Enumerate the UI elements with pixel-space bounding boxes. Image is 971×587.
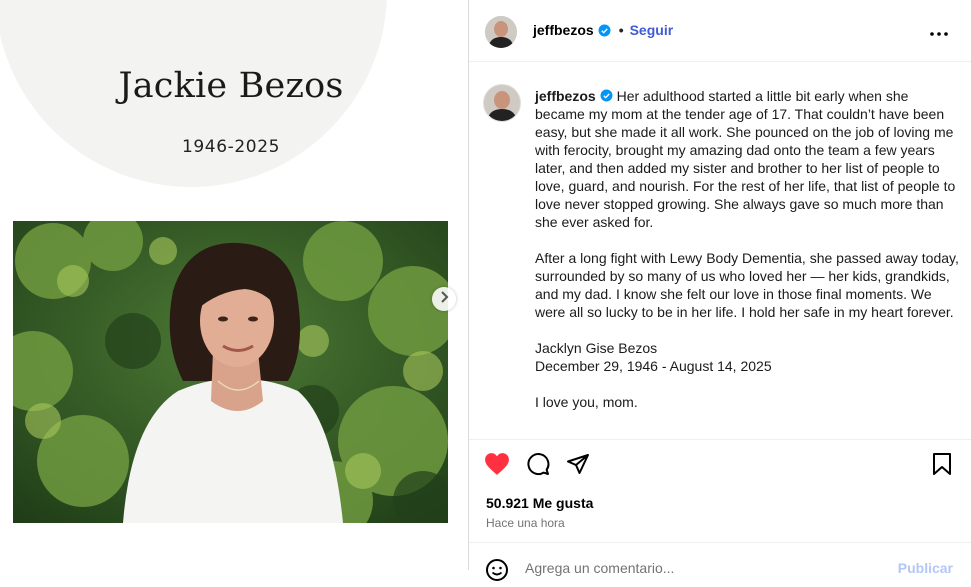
more-options-button[interactable] <box>929 22 949 42</box>
emoji-icon <box>485 559 509 586</box>
memorial-name: Jackie Bezos <box>118 66 344 106</box>
header-user-row: jeffbezos • Seguir <box>533 22 673 38</box>
caption-username[interactable]: jeffbezos <box>535 88 596 104</box>
memorial-photo <box>13 221 448 523</box>
caption-area: jeffbezos Her adulthood started a little… <box>469 62 971 439</box>
follow-button[interactable]: Seguir <box>630 22 674 38</box>
action-bar <box>469 450 971 482</box>
post-caption: jeffbezos Her adulthood started a little… <box>535 87 961 429</box>
more-horizontal-icon <box>930 23 948 41</box>
caption-avatar[interactable] <box>483 84 521 122</box>
comment-divider <box>469 542 971 543</box>
comment-icon <box>526 452 550 481</box>
comment-input[interactable] <box>525 560 885 576</box>
carousel-next-button[interactable] <box>432 287 456 311</box>
avatar[interactable] <box>485 16 517 48</box>
like-button[interactable] <box>484 452 510 481</box>
caption-text-1: Her adulthood started a little bit early… <box>535 88 956 230</box>
post-header: jeffbezos • Seguir <box>469 0 971 62</box>
post-time[interactable]: Hace una hora <box>486 516 565 530</box>
caption-paragraph-4: I love you, mom. <box>535 394 638 410</box>
caption-paragraph-3: Jacklyn Gise Bezos December 29, 1946 - A… <box>535 340 772 374</box>
caption-paragraph-1: jeffbezos Her adulthood started a little… <box>535 87 961 231</box>
verified-badge-icon <box>600 89 613 102</box>
likes-count[interactable]: 50.921 Me gusta <box>486 495 593 511</box>
heart-filled-icon <box>484 452 510 481</box>
chevron-right-icon <box>439 290 449 308</box>
actions-divider <box>469 439 971 440</box>
post-panel: jeffbezos • Seguir jeffbezos Her adultho… <box>468 0 971 581</box>
post-media: Jackie Bezos 1946-2025 <box>0 0 468 570</box>
memorial-years: 1946-2025 <box>181 137 281 157</box>
emoji-button[interactable] <box>485 558 509 582</box>
share-button[interactable] <box>565 453 591 479</box>
header-username[interactable]: jeffbezos <box>533 22 594 38</box>
publish-button[interactable]: Publicar <box>898 560 953 576</box>
save-button[interactable] <box>929 452 955 480</box>
bookmark-icon <box>932 452 952 480</box>
comment-button[interactable] <box>525 452 551 481</box>
separator-dot: • <box>618 22 624 38</box>
caption-paragraph-2: After a long fight with Lewy Body Dement… <box>535 250 959 320</box>
comment-row: Publicar <box>469 556 971 586</box>
paper-plane-icon <box>566 452 590 481</box>
verified-badge-icon <box>598 24 611 37</box>
